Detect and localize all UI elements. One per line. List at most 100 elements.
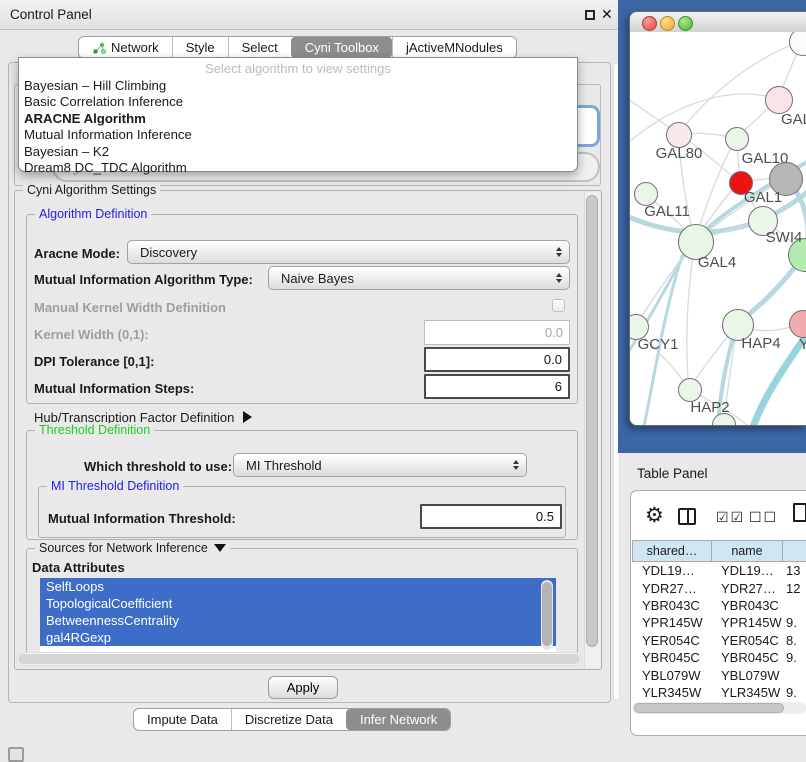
table-cell: YBL079W [711, 668, 782, 683]
close-panel-icon[interactable]: ✕ [601, 6, 613, 23]
table-cell: 9. [782, 615, 806, 630]
close-window-button[interactable] [642, 16, 657, 31]
mi-threshold-label: Mutual Information Threshold: [48, 511, 236, 526]
table-header[interactable]: shared…name [632, 540, 806, 562]
aracne-mode-combobox[interactable]: Discovery [127, 240, 570, 264]
columns-icon[interactable] [678, 508, 696, 525]
algorithm-definition-title: Algorithm Definition [35, 207, 151, 221]
mi-threshold-field[interactable] [420, 504, 562, 529]
zoom-window-button[interactable] [678, 16, 693, 31]
table-cell: YDR27… [711, 581, 782, 596]
attribute-gal4rgexp[interactable]: gal4RGexp [40, 629, 556, 646]
which-threshold-combobox[interactable]: MI Threshold [233, 453, 527, 477]
dropdown-options: Bayesian – Hill ClimbingBasic Correlatio… [19, 78, 577, 176]
bottom-tab-impute-data-label: Impute Data [147, 712, 218, 727]
node-label-gal11: GAL11 [644, 203, 690, 220]
table-cell: YBR043C [632, 598, 711, 613]
mi-algorithm-type-combobox[interactable]: Naive Bayes [268, 266, 570, 290]
expand-right-icon [243, 411, 252, 423]
mi-steps-field[interactable] [424, 374, 570, 399]
sources-title[interactable]: Sources for Network Inference [35, 541, 230, 555]
table-horizontal-scrollbar[interactable] [632, 702, 806, 714]
table-cell: YLR345W [632, 685, 711, 700]
settings-vertical-scrollbar-thumb[interactable] [586, 195, 598, 647]
which-threshold-value: MI Threshold [246, 458, 322, 473]
attribute-betweennesscentrality[interactable]: BetweennessCentrality [40, 612, 556, 629]
bottom-tab-discretize-data-label: Discretize Data [245, 712, 333, 727]
apply-button[interactable]: Apply [268, 676, 338, 699]
tab-style[interactable]: Style [172, 37, 228, 58]
tab-network-label: Network [111, 40, 159, 55]
minimize-window-button[interactable] [660, 16, 675, 31]
algorithm-option-dream8-dc-tdc-algorithm[interactable]: Dream8 DC_TDC Algorithm [19, 160, 577, 176]
column-header-shared[interactable]: shared… [633, 541, 712, 561]
manual-kernel-width-checkbox[interactable] [552, 299, 565, 312]
table-body[interactable]: YDL19…YDL19…13YDR27…YDR27…12YBR043CYBR04… [632, 562, 806, 701]
table-row[interactable]: YDR27…YDR27…12 [632, 579, 806, 596]
table-row[interactable]: YBR045CYBR045C9. [632, 649, 806, 666]
tab-style-label: Style [186, 40, 215, 55]
data-attributes-label: Data Attributes [32, 560, 125, 575]
attributes-list-scrollbar[interactable] [541, 580, 553, 650]
which-threshold-label: Which threshold to use: [84, 459, 232, 474]
node-label-hap4: HAP4 [741, 335, 780, 352]
dock-panel-icon[interactable] [8, 747, 24, 762]
dropdown-prompt: Select algorithm to view settings [19, 61, 577, 76]
network-icon [92, 41, 106, 55]
kernel-width-field[interactable] [424, 320, 570, 345]
network-canvas[interactable]: GALGAL80GAL10GAL1GAL11GAL4SWI4GCY1HAP4YH… [630, 32, 806, 426]
settings-horizontal-scrollbar[interactable] [16, 652, 582, 666]
network-node-gal10[interactable] [725, 127, 749, 151]
dpi-tolerance-field[interactable] [424, 347, 570, 372]
tab-select[interactable]: Select [228, 37, 291, 58]
table-row[interactable]: YDL19…YDL19…13 [632, 562, 806, 579]
control-panel-titlebar [0, 0, 620, 30]
node-label-y: Y [799, 336, 806, 353]
attribute-topologicalcoefficient[interactable]: TopologicalCoefficient [40, 595, 556, 612]
algorithm-option-bayesian-hill-climbing[interactable]: Bayesian – Hill Climbing [19, 78, 577, 94]
column-header-name[interactable]: name [712, 541, 783, 561]
attribute-selfloops[interactable]: SelfLoops [40, 578, 556, 595]
table-cell: YPR145W [711, 615, 782, 630]
table-row[interactable]: YLR345WYLR345W9. [632, 684, 806, 701]
float-window-icon[interactable] [585, 10, 595, 20]
node-label-swi4: SWI4 [766, 229, 803, 246]
mi-algorithm-type-value: Naive Bayes [281, 271, 354, 286]
algorithm-option-basic-correlation-inference[interactable]: Basic Correlation Inference [19, 94, 577, 110]
algorithm-option-bayesian-k2[interactable]: Bayesian – K2 [19, 144, 577, 160]
control-panel-tabbar: Network Style SelectCyni ToolboxjActiveMNo… [78, 36, 517, 59]
table-cell: 9. [782, 685, 806, 700]
table-row[interactable]: YBL079WYBL079W [632, 666, 806, 683]
table-row[interactable]: YBR043CYBR043C [632, 597, 806, 614]
bottom-tab-infer-network[interactable]: Infer Network [346, 709, 450, 730]
table-panel-title: Table Panel [637, 466, 708, 481]
node-label-gal80: GAL80 [656, 145, 703, 162]
data-attributes-list[interactable]: SelfLoopsTopologicalCoefficientBetweenne… [40, 578, 556, 652]
tab-jactivemnodules[interactable]: jActiveMNodules [392, 37, 516, 58]
table-cell: YDR27… [632, 581, 711, 596]
network-window-titlebar[interactable] [630, 12, 806, 33]
table-cell: YBR045C [711, 650, 782, 665]
algorithm-option-mutual-information-inference[interactable]: Mutual Information Inference [19, 127, 577, 143]
table-row[interactable]: YER054CYER054C8. [632, 632, 806, 649]
network-window: GALGAL80GAL10GAL1GAL11GAL4SWI4GCY1HAP4YH… [629, 11, 806, 426]
gear-icon[interactable]: ⚙ [645, 503, 664, 528]
threshold-definition-title: Threshold Definition [35, 423, 154, 437]
table-cell: 12 [782, 581, 806, 596]
table-cell: YER054C [632, 633, 711, 648]
tab-cyni-toolbox[interactable]: Cyni Toolbox [291, 37, 392, 58]
network-node-gal[interactable] [765, 86, 793, 114]
tab-network[interactable]: Network [79, 37, 172, 58]
deselect-all-checkboxes-icon[interactable]: ☐☐ [749, 509, 778, 526]
table-cell: 9. [782, 650, 806, 665]
select-all-checkboxes-icon[interactable]: ☑☑ [716, 509, 745, 526]
bottom-tab-discretize-data[interactable]: Discretize Data [231, 709, 346, 730]
node-label-gal4: GAL4 [698, 254, 736, 271]
aracne-mode-value: Discovery [140, 245, 197, 260]
mi-threshold-group-title: MI Threshold Definition [47, 479, 183, 493]
column-header-extra[interactable] [783, 541, 806, 561]
algorithm-option-aracne-algorithm[interactable]: ARACNE Algorithm [19, 111, 577, 127]
document-icon[interactable] [793, 503, 806, 522]
bottom-tab-impute-data[interactable]: Impute Data [134, 709, 231, 730]
table-row[interactable]: YPR145WYPR145W9. [632, 614, 806, 631]
